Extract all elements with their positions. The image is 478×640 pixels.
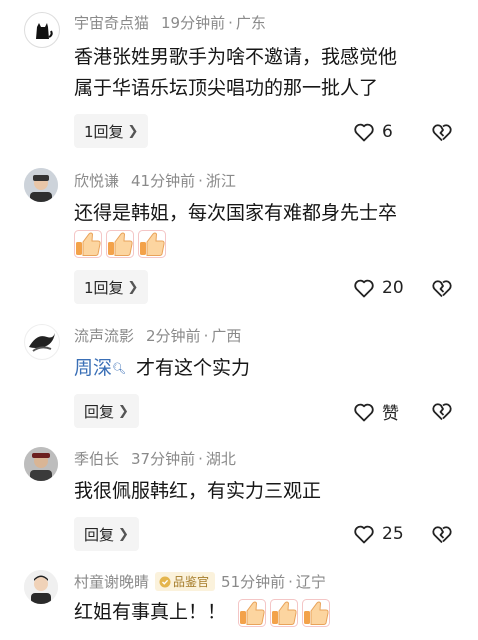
location: 湖北 (205, 450, 236, 468)
heart-icon (352, 400, 376, 424)
like-count: 20 (382, 278, 404, 298)
broken-heart-icon[interactable] (430, 522, 454, 546)
timestamp: 19分钟前 (161, 14, 226, 32)
reply-label: 回复 (84, 525, 115, 544)
broken-heart-icon[interactable] (430, 399, 454, 423)
username[interactable]: 村童谢晚睛 (74, 571, 149, 592)
person-avatar-icon (24, 570, 58, 604)
comment-meta: 宇宙奇点猫 19分钟前 · 广东 (74, 12, 266, 33)
avatar[interactable] (24, 168, 58, 202)
like-count: 赞 (382, 404, 399, 424)
mention-search-icon: 🔍︎ (112, 362, 126, 375)
like-button[interactable]: 赞 (352, 399, 399, 424)
chevron-right-icon: ❯ (118, 526, 129, 542)
separator: · (288, 572, 293, 591)
chevron-right-icon: ❯ (127, 123, 139, 139)
username[interactable]: 欣悦谦 (74, 170, 119, 191)
ink-avatar-icon (29, 333, 55, 352)
thumbs-up-icon (138, 230, 166, 258)
like-count: 6 (382, 122, 393, 142)
broken-heart-icon[interactable] (430, 276, 454, 300)
timestamp: 41分钟前 (131, 172, 196, 190)
comment-text: 周深🔍︎ 才有这个实力 (74, 353, 464, 384)
heart-icon (352, 120, 376, 144)
comment-meta: 季伯长 37分钟前 · 湖北 (74, 448, 236, 469)
comment-text-line: 属于华语乐坛顶尖唱功的那一批人了 (74, 77, 379, 99)
reply-button[interactable]: 回复 ❯ (74, 394, 139, 428)
comment-meta: 流声流影 2分钟前 · 广西 (74, 325, 241, 346)
timestamp: 2分钟前 (146, 327, 201, 345)
avatar[interactable] (24, 12, 60, 48)
timestamp: 51分钟前 (221, 573, 286, 591)
thumbs-up-icon (106, 230, 134, 258)
like-button[interactable]: 25 (352, 522, 404, 546)
comment-text-line: 香港张姓男歌手为啥不邀请，我感觉他 (74, 46, 398, 68)
chevron-right-icon: ❯ (127, 279, 139, 295)
location: 广西 (211, 327, 242, 345)
cat-avatar-icon (36, 23, 53, 39)
comment-text: 我很佩服韩红，有实力三观正 (74, 480, 322, 502)
badge-icon (159, 576, 171, 587)
reply-label: 1回复 (84, 278, 124, 297)
avatar[interactable] (24, 324, 60, 360)
separator: · (203, 326, 209, 345)
person-avatar-icon (24, 447, 58, 481)
reply-label: 回复 (84, 402, 115, 421)
emoji-row (74, 230, 166, 258)
like-button[interactable]: 6 (352, 120, 393, 144)
timestamp: 37分钟前 (131, 450, 196, 468)
comment-text-body: 才有这个实力 (136, 357, 251, 379)
comment-text: 红姐有事真上！！ (74, 597, 464, 628)
thumbs-up-icon (302, 599, 330, 627)
location: 辽宁 (295, 573, 326, 591)
heart-icon (352, 522, 376, 546)
person-avatar-icon (24, 168, 58, 202)
reply-button[interactable]: 回复 ❯ (74, 517, 139, 551)
thumbs-up-icon (270, 599, 298, 627)
connoisseur-badge: 品鉴官 (155, 572, 216, 591)
location: 浙江 (205, 172, 236, 190)
like-button[interactable]: 20 (352, 276, 404, 300)
comment-text: 还得是韩姐，每次国家有难都身先士卒 (74, 202, 398, 224)
mention-link[interactable]: 周深 (74, 357, 112, 379)
avatar[interactable] (24, 447, 58, 481)
comment-meta: 村童谢晚睛 品鉴官 51分钟前 · 辽宁 (74, 571, 326, 592)
reply-button[interactable]: 1回复 ❯ (74, 114, 149, 148)
like-count: 25 (382, 524, 404, 544)
username[interactable]: 流声流影 (74, 325, 134, 346)
reply-label: 1回复 (84, 122, 124, 141)
comment-meta: 欣悦谦 41分钟前 · 浙江 (74, 170, 236, 191)
thumbs-up-icon (74, 230, 102, 258)
location: 广东 (235, 14, 266, 32)
username[interactable]: 季伯长 (74, 448, 119, 469)
username[interactable]: 宇宙奇点猫 (74, 12, 149, 33)
comment-text-body: 红姐有事真上！！ (74, 601, 227, 623)
heart-icon (352, 276, 376, 300)
separator: · (198, 171, 203, 190)
chevron-right-icon: ❯ (118, 403, 129, 419)
emoji-row (238, 599, 330, 627)
reply-button[interactable]: 1回复 ❯ (74, 270, 149, 304)
comment-text: 香港张姓男歌手为啥不邀请，我感觉他 属于华语乐坛顶尖唱功的那一批人了 (74, 42, 464, 104)
separator: · (228, 13, 233, 32)
avatar[interactable] (24, 570, 58, 604)
broken-heart-icon[interactable] (430, 120, 454, 144)
thumbs-up-icon (238, 599, 266, 627)
separator: · (198, 449, 203, 468)
badge-label: 品鉴官 (173, 575, 210, 589)
